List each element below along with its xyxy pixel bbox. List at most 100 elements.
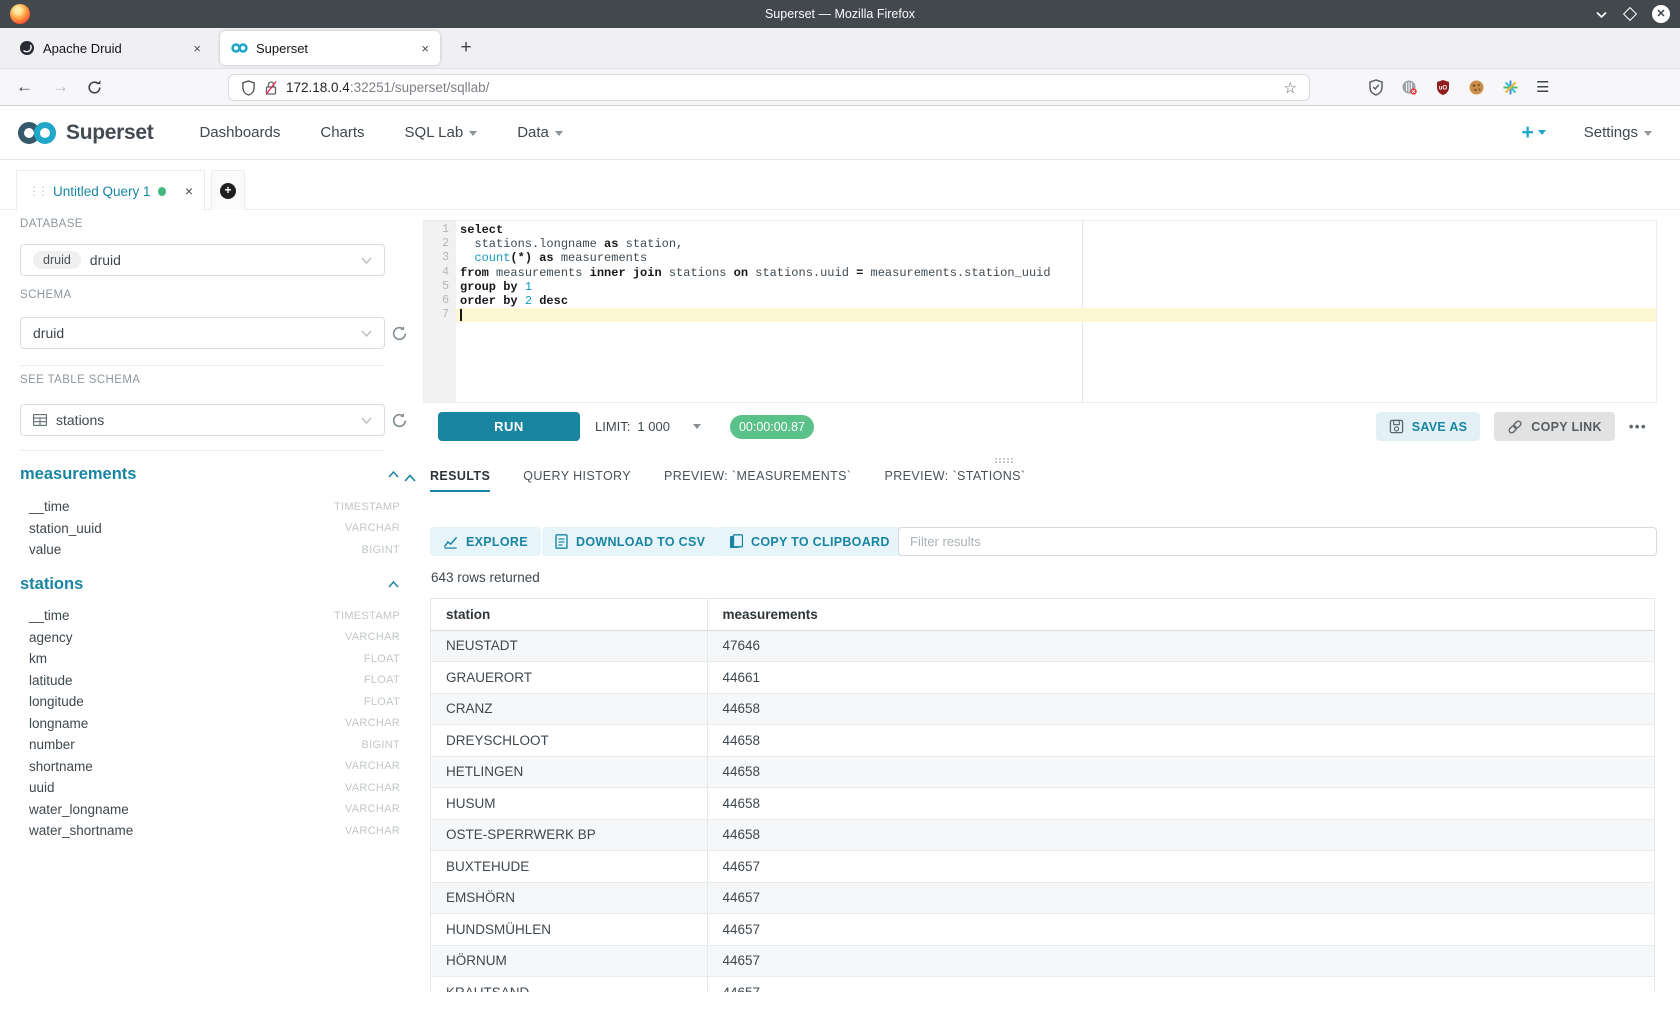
ublock-extension-icon[interactable]: uO — [1435, 79, 1451, 96]
firefox-window: Superset — Mozilla Firefox ✕ Apache Drui… — [0, 0, 1680, 1012]
column-row: water_shortnameVARCHAR — [20, 820, 402, 842]
explore-button[interactable]: EXPLORE — [430, 527, 541, 556]
table-row: KRAUTSAND44657 — [431, 977, 1654, 993]
collapse-pane-chevron-icon[interactable] — [404, 474, 416, 482]
column-row: longitudeFLOAT — [20, 691, 402, 713]
nav-item-charts[interactable]: Charts — [320, 124, 364, 141]
back-button[interactable]: ← — [16, 69, 33, 105]
column-row: water_longnameVARCHAR — [20, 799, 402, 821]
brand-name[interactable]: Superset — [66, 121, 153, 145]
minimize-chevron-icon[interactable] — [1595, 10, 1608, 19]
schema-table-stations[interactable]: stations — [20, 575, 402, 594]
status-dot — [158, 187, 166, 196]
table-select[interactable]: stations — [20, 404, 385, 436]
chevron-down-icon — [1538, 130, 1546, 135]
new-tab-button[interactable]: + — [452, 34, 480, 62]
code-line: from measurements inner join stations on… — [456, 266, 1656, 280]
column-row: __timeTIMESTAMP — [20, 496, 402, 518]
code-area[interactable]: select stations.longname as station, cou… — [456, 221, 1656, 402]
save-as-button[interactable]: SAVE AS — [1376, 412, 1481, 441]
code-line: count(*) as measurements — [456, 251, 1656, 265]
table-row: DREYSCHLOOT44658 — [431, 725, 1654, 757]
column-header-station[interactable]: station — [431, 599, 707, 630]
code-token: 1 — [525, 280, 532, 294]
download-csv-button[interactable]: DOWNLOAD TO CSV — [542, 527, 718, 556]
url-bar[interactable]: 172.18.0.4:32251/superset/sqllab/ ☆ — [228, 74, 1310, 101]
column-row: numberBIGINT — [20, 734, 402, 756]
code-token: station, — [618, 237, 683, 251]
tab-results[interactable]: RESULTS — [430, 469, 490, 492]
insecure-lock-icon[interactable] — [264, 80, 278, 96]
see-table-schema-label: SEE TABLE SCHEMA — [20, 374, 140, 386]
superset-navbar: Superset Dashboards Charts SQL Lab Data … — [0, 106, 1680, 160]
query-tab-label: Untitled Query 1 — [53, 184, 151, 199]
collapse-chevron-icon[interactable] — [388, 581, 402, 588]
forward-button[interactable]: → — [52, 69, 69, 105]
column-row: latitudeFLOAT — [20, 670, 402, 692]
sparkle-extension-icon[interactable] — [1502, 79, 1519, 96]
results-tabbar: RESULTS QUERY HISTORY PREVIEW: `MEASUREM… — [430, 469, 1025, 497]
filter-results-input[interactable] — [898, 527, 1657, 556]
code-line: select — [456, 223, 1656, 237]
nav-item-dashboards[interactable]: Dashboards — [199, 124, 280, 141]
floppy-disk-icon — [1389, 419, 1404, 434]
chevron-down-icon — [469, 131, 477, 136]
code-token: measurements — [489, 266, 590, 280]
druid-favicon — [19, 40, 35, 56]
chevron-down-icon — [555, 131, 563, 136]
column-header-measurements[interactable]: measurements — [707, 599, 1654, 630]
sqllab-sidebar: DATABASE druid druid SCHEMA druid SEE TA… — [20, 199, 404, 1009]
chevron-down-icon — [361, 330, 372, 337]
link-icon — [1507, 419, 1523, 435]
code-token: 2 — [525, 294, 532, 308]
limit-dropdown[interactable]: LIMIT: 1 000 — [595, 412, 701, 441]
badge-extension-icon[interactable] — [1401, 79, 1418, 96]
copy-link-button[interactable]: COPY LINK — [1494, 412, 1615, 441]
query-tab-untitled-query-1[interactable]: ⋮⋮ Untitled Query 1 × — [16, 170, 205, 211]
copy-clipboard-button[interactable]: COPY TO CLIPBOARD — [716, 527, 903, 556]
editor-gutter: 1 2 3 4 5 6 7 — [424, 221, 456, 402]
shield-check-extension-icon[interactable] — [1368, 79, 1384, 96]
tab-query-history[interactable]: QUERY HISTORY — [523, 469, 631, 492]
code-line-active — [456, 308, 1656, 322]
browser-tab-superset[interactable]: Superset × — [220, 31, 440, 65]
code-token: count — [474, 251, 510, 265]
schema-select[interactable]: druid — [20, 317, 385, 349]
chevron-down-icon — [693, 424, 701, 429]
window-close-icon[interactable]: ✕ — [1652, 5, 1670, 23]
code-line: order by 2 desc — [456, 294, 1656, 308]
refresh-schemas-icon[interactable] — [391, 325, 408, 342]
new-query-tab-button[interactable]: + — [211, 170, 245, 210]
schema-label: SCHEMA — [20, 289, 72, 301]
schema-table-measurements[interactable]: measurements — [20, 465, 402, 484]
tab-close-icon[interactable]: × — [193, 41, 201, 56]
add-new-button[interactable]: + — [1522, 121, 1546, 145]
database-select[interactable]: druid druid — [20, 244, 385, 276]
nav-item-sql-lab[interactable]: SQL Lab — [405, 124, 478, 141]
text-cursor — [460, 309, 462, 321]
refresh-tables-icon[interactable] — [391, 412, 408, 429]
menu-icon[interactable]: ☰ — [1536, 78, 1549, 96]
tab-preview-measurements[interactable]: PREVIEW: `MEASUREMENTS` — [664, 469, 851, 492]
more-actions-button[interactable]: ••• — [1629, 419, 1647, 434]
tab-preview-stations[interactable]: PREVIEW: `STATIONS` — [884, 469, 1025, 492]
tracking-shield-icon[interactable] — [241, 80, 256, 96]
code-line: group by 1 — [456, 280, 1656, 294]
elapsed-timer-badge: 00:00:00.87 — [730, 415, 814, 439]
cookie-extension-icon[interactable] — [1468, 79, 1485, 96]
browser-tab-apache-druid[interactable]: Apache Druid × — [8, 31, 212, 65]
run-button[interactable]: RUN — [438, 412, 580, 441]
drag-handle-icon[interactable]: ⋮⋮ — [28, 184, 46, 198]
pane-resize-handle[interactable] — [995, 457, 1013, 464]
query-tab-close-icon[interactable]: × — [185, 183, 193, 199]
stations-columns: __timeTIMESTAMPagencyVARCHARkmFLOATlatit… — [20, 605, 402, 842]
maximize-diamond-icon[interactable] — [1623, 7, 1637, 21]
code-token: group by — [460, 280, 518, 294]
bookmark-star-icon[interactable]: ☆ — [1284, 79, 1297, 97]
collapse-chevron-icon[interactable] — [388, 471, 402, 478]
settings-menu[interactable]: Settings — [1584, 124, 1652, 141]
tab-close-icon[interactable]: × — [421, 41, 429, 56]
nav-item-data[interactable]: Data — [517, 124, 563, 141]
sql-editor[interactable]: 1 2 3 4 5 6 7 select stations.longname a… — [423, 220, 1657, 403]
table-row: CRANZ44658 — [431, 693, 1654, 725]
